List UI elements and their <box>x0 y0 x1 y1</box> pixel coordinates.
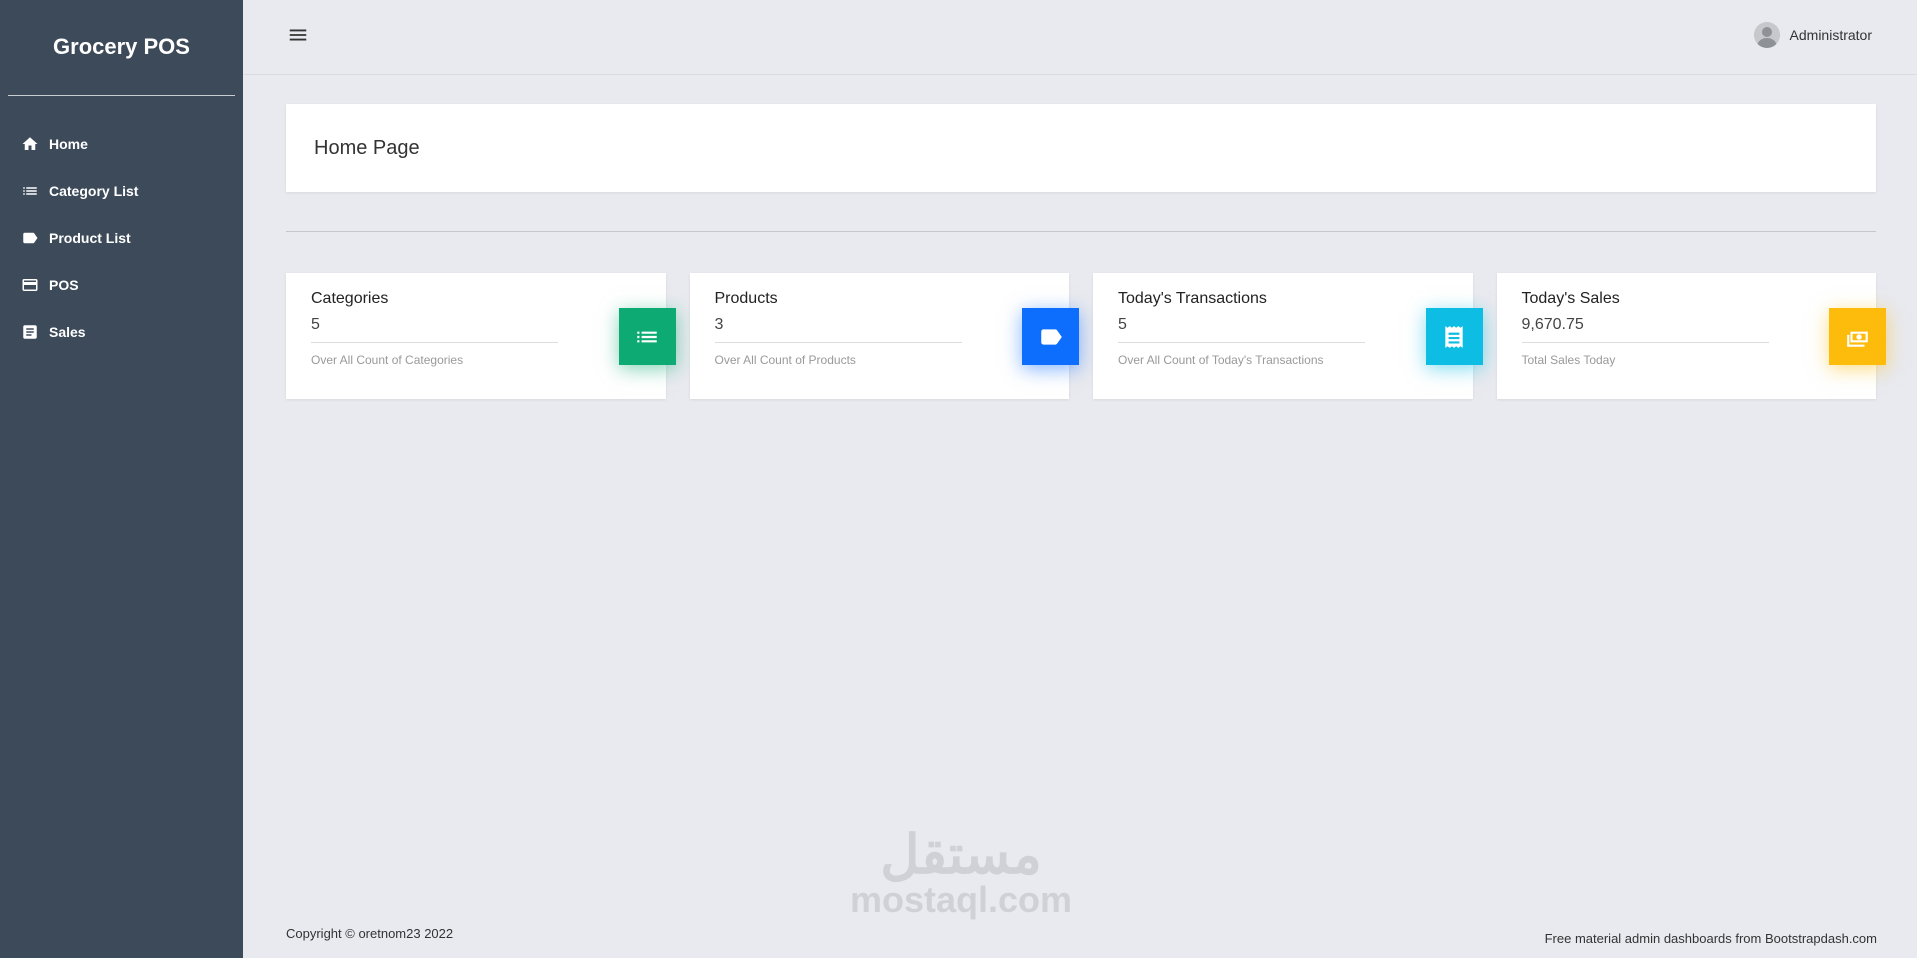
sidebar-nav: Home Category List Product List POS Sale… <box>0 120 243 355</box>
page-header: Home Page <box>286 104 1876 192</box>
page-title: Home Page <box>314 136 420 159</box>
user-name: Administrator <box>1789 27 1872 43</box>
tag-icon <box>21 229 39 247</box>
card-title: Today's Sales <box>1521 290 1620 307</box>
stat-cards: Categories 5 Over All Count of Categorie… <box>286 273 1886 399</box>
receipt-icon <box>1425 308 1483 365</box>
top-navbar: Administrator <box>243 0 1917 75</box>
receipt-icon <box>21 323 39 341</box>
stat-card-products: Products 3 Over All Count of Products <box>689 273 1079 399</box>
list-icon <box>21 182 39 200</box>
footer-copyright: Copyright © oretnom23 2022 <box>286 926 454 941</box>
sidebar-item-home[interactable]: Home <box>0 120 243 167</box>
tag-icon <box>1022 308 1079 365</box>
watermark-logo: مستقل mostaql.com <box>841 828 1081 918</box>
card-title: Categories <box>311 290 389 307</box>
stat-card-categories: Categories 5 Over All Count of Categorie… <box>286 273 676 399</box>
stat-card-sales: Today's Sales 9,670.75 Total Sales Today <box>1496 273 1886 399</box>
sidebar-item-label: POS <box>49 276 79 293</box>
card-note: Over All Count of Products <box>714 353 856 367</box>
user-menu[interactable]: Administrator <box>1753 22 1872 48</box>
card-note: Over All Count of Categories <box>311 353 464 367</box>
card-title: Products <box>714 290 778 307</box>
card-value: 5 <box>1118 316 1365 343</box>
watermark-arabic: مستقل <box>880 825 1042 885</box>
sidebar-item-label: Sales <box>49 323 86 340</box>
stat-card-transactions: Today's Transactions 5 Over All Count of… <box>1093 273 1483 399</box>
card-value: 3 <box>714 316 962 343</box>
home-icon <box>21 135 39 153</box>
sidebar-item-pos[interactable]: POS <box>0 261 243 308</box>
menu-icon[interactable] <box>287 24 309 46</box>
sidebar-item-label: Category List <box>49 182 139 199</box>
user-avatar-icon <box>1753 22 1780 48</box>
section-divider <box>286 231 1876 232</box>
sidebar-item-category-list[interactable]: Category List <box>0 167 243 214</box>
watermark-latin: mostaql.com <box>849 879 1073 920</box>
sidebar-divider <box>8 95 235 96</box>
sidebar-item-label: Product List <box>49 229 131 246</box>
card-note: Over All Count of Today's Transactions <box>1118 353 1324 367</box>
brand-title[interactable]: Grocery POS <box>0 0 243 93</box>
sidebar-item-product-list[interactable]: Product List <box>0 214 243 261</box>
card-note: Total Sales Today <box>1521 353 1616 367</box>
sidebar-item-label: Home <box>49 135 88 152</box>
list-icon <box>618 308 676 365</box>
credit-card-icon <box>21 276 39 294</box>
sidebar-item-sales[interactable]: Sales <box>0 308 243 355</box>
sidebar: Grocery POS Home Category List Product L… <box>0 0 243 958</box>
cash-icon <box>1829 308 1886 365</box>
card-value: 5 <box>311 316 558 343</box>
card-value: 9,670.75 <box>1521 316 1769 343</box>
card-title: Today's Transactions <box>1118 290 1267 307</box>
footer-credit[interactable]: Free material admin dashboards from Boot… <box>1545 931 1877 946</box>
